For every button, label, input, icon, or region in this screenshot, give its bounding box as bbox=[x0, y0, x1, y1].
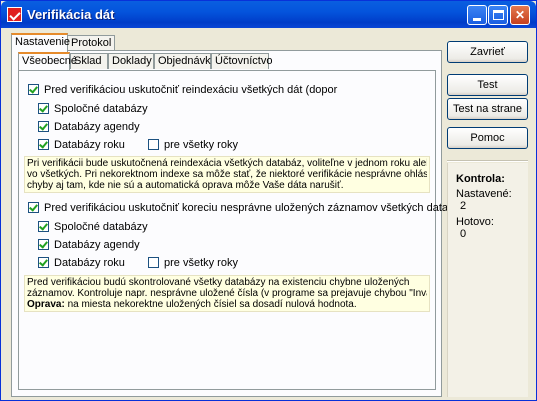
checkbox-box[interactable] bbox=[38, 121, 49, 132]
correction-all-checkbox[interactable]: Pred verifikáciou uskutočniť koreciu nes… bbox=[28, 202, 472, 216]
done-value: 0 bbox=[460, 228, 467, 240]
checkbox-box[interactable] bbox=[38, 221, 49, 232]
status-title: Kontrola: bbox=[456, 173, 505, 185]
tab-label: Všeobecné bbox=[22, 55, 78, 67]
note-bold-label: Oprava: bbox=[27, 299, 65, 310]
checkbox-label: Pred verifikáciou uskutočniť reindexáciu… bbox=[44, 84, 338, 96]
button-label: Zavrieť bbox=[470, 46, 505, 58]
tab-label: Nastavenie bbox=[15, 36, 71, 48]
checkbox-label: Databázy roku bbox=[54, 257, 125, 269]
button-label: Test na strane bbox=[452, 103, 523, 115]
checkbox-box[interactable] bbox=[28, 84, 39, 95]
minimize-icon bbox=[473, 18, 481, 21]
test-button[interactable]: Test bbox=[447, 74, 528, 96]
app-check-icon bbox=[7, 7, 22, 22]
tab-label: Doklady bbox=[112, 55, 152, 67]
checkbox-label: pre všetky roky bbox=[164, 257, 238, 269]
checkbox-label: pre všetky roky bbox=[164, 139, 238, 151]
checkbox-label: Databázy roku bbox=[54, 139, 125, 151]
set-value: 2 bbox=[460, 200, 467, 212]
minimize-button[interactable] bbox=[467, 5, 487, 25]
checkbox-box[interactable] bbox=[148, 139, 159, 150]
tab-protokol[interactable]: Protokol bbox=[67, 35, 115, 51]
note-line: Pri verifikácii bude uskutočnená reindex… bbox=[27, 158, 427, 169]
title-bar[interactable]: Verifikácia dát ✕ bbox=[1, 1, 536, 28]
close-window-button[interactable]: ✕ bbox=[510, 5, 530, 25]
checkbox-label: Spoločné databázy bbox=[54, 103, 148, 115]
tab-objednavky[interactable]: Objednávky bbox=[154, 53, 216, 69]
tab-label: Protokol bbox=[71, 37, 112, 49]
general-tab-panel: Pred verifikáciou uskutočniť reindexáciu… bbox=[18, 70, 472, 390]
reindex-info-note: Pri verifikácii bude uskutočnená reindex… bbox=[24, 156, 430, 193]
checkbox-box[interactable] bbox=[38, 103, 49, 114]
correction-info-note: Pred verifikáciou budú skontrolované vše… bbox=[24, 275, 430, 312]
tab-label: Účtovníctvo bbox=[215, 55, 273, 67]
note-line: Oprava: na miesta nekorektne uložených č… bbox=[27, 299, 427, 310]
checkbox-label: Databázy agendy bbox=[54, 121, 140, 133]
checkbox-box[interactable] bbox=[38, 139, 49, 150]
window-title: Verifikácia dát bbox=[27, 7, 115, 22]
checkbox-label: Databázy agendy bbox=[54, 239, 140, 251]
note-line: chyby aj tam, kde nie sú a automatická o… bbox=[27, 180, 344, 191]
checkbox-label: Spoločné databázy bbox=[54, 221, 148, 233]
button-label: Test bbox=[477, 79, 498, 91]
settings-panel: Všeobecné Sklad Doklady Objednávky Účtov… bbox=[11, 50, 472, 397]
checkbox-box[interactable] bbox=[28, 202, 39, 213]
status-panel: Kontrola: Nastavené: 2 Hotovo: 0 bbox=[447, 163, 528, 397]
tab-label: Objednávky bbox=[158, 55, 217, 67]
help-button[interactable]: Pomoc bbox=[447, 127, 528, 149]
tab-nastavenie[interactable]: Nastavenie bbox=[11, 33, 71, 52]
test-page-button[interactable]: Test na strane bbox=[447, 98, 528, 120]
reindex-all-checkbox[interactable]: Pred verifikáciou uskutočniť reindexáciu… bbox=[28, 84, 428, 98]
note-line: vo všetkých. Pri nekorektnom indexe sa m… bbox=[27, 169, 427, 180]
checkbox-label: Pred verifikáciou uskutočniť koreciu nes… bbox=[44, 202, 473, 214]
checkbox-box[interactable] bbox=[148, 257, 159, 268]
checkbox-box[interactable] bbox=[38, 257, 49, 268]
button-label: Pomoc bbox=[470, 132, 505, 144]
note-text: na miesta nekorektne uložených čísiel sa… bbox=[64, 299, 357, 310]
tab-vseobecne[interactable]: Všeobecné bbox=[18, 52, 77, 70]
maximize-icon bbox=[493, 10, 504, 20]
set-label: Nastavené: bbox=[456, 188, 512, 200]
checkbox-box[interactable] bbox=[38, 239, 49, 250]
tab-label: Sklad bbox=[74, 55, 102, 67]
note-line: záznamov. Kontroluje napr. nesprávne ulo… bbox=[27, 288, 427, 299]
note-line: Pred verifikáciou budú skontrolované vše… bbox=[27, 277, 410, 288]
close-icon: ✕ bbox=[514, 8, 526, 22]
separator bbox=[447, 160, 528, 162]
maximize-button[interactable] bbox=[488, 5, 508, 25]
close-button[interactable]: Zavrieť bbox=[447, 41, 528, 63]
tab-uctovnictvo[interactable]: Účtovníctvo bbox=[211, 53, 273, 69]
tab-doklady[interactable]: Doklady bbox=[108, 53, 154, 69]
done-label: Hotovo: bbox=[456, 216, 494, 228]
